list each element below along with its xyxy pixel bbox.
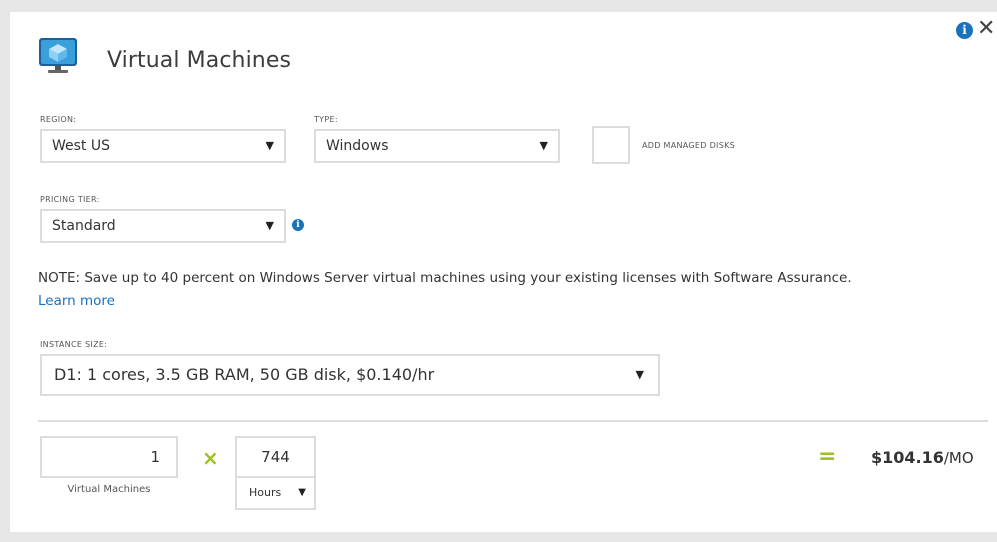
instance-size-value: D1: 1 cores, 3.5 GB RAM, 50 GB disk, $0.… xyxy=(54,365,435,384)
hours-input[interactable]: 744 xyxy=(235,436,316,478)
info-icon[interactable]: i xyxy=(292,219,304,231)
hours-unit-select[interactable]: Hours ▼ xyxy=(235,476,316,510)
chevron-down-icon: ▼ xyxy=(265,139,274,152)
region-select[interactable]: West US ▼ xyxy=(40,129,286,163)
managed-disks-checkbox[interactable] xyxy=(592,126,630,164)
region-value: West US xyxy=(52,138,111,154)
pricing-card: Virtual Machines i ✕ REGION: West US ▼ T… xyxy=(10,12,997,532)
type-select[interactable]: Windows ▼ xyxy=(314,129,560,163)
virtual-machine-icon xyxy=(39,38,77,73)
total-unit: /MO xyxy=(943,449,974,467)
instance-size-label: INSTANCE SIZE: xyxy=(40,340,108,349)
vm-count-caption: Virtual Machines xyxy=(67,484,151,495)
vm-count-input[interactable]: 1 xyxy=(40,436,178,478)
info-icon[interactable]: i xyxy=(956,22,973,39)
total-amount: $104.16 xyxy=(871,448,944,467)
hours-unit-value: Hours xyxy=(249,486,282,499)
learn-more-link[interactable]: Learn more xyxy=(38,293,115,309)
pricing-tier-label: PRICING TIER: xyxy=(40,195,100,204)
region-label: REGION: xyxy=(40,115,77,124)
pricing-tier-select[interactable]: Standard ▼ xyxy=(40,209,286,243)
pricing-tier-value: Standard xyxy=(52,218,116,234)
chevron-down-icon: ▼ xyxy=(635,368,644,381)
divider xyxy=(38,420,988,422)
monthly-total: $104.16/MO xyxy=(871,448,974,467)
type-label: TYPE: xyxy=(314,115,338,124)
managed-disks-label: ADD MANAGED DISKS xyxy=(642,141,736,150)
page-title: Virtual Machines xyxy=(107,48,292,73)
chevron-down-icon: ▼ xyxy=(539,139,548,152)
note-text: NOTE: Save up to 40 percent on Windows S… xyxy=(38,270,852,286)
chevron-down-icon: ▼ xyxy=(265,219,274,232)
close-icon[interactable]: ✕ xyxy=(977,18,995,40)
type-value: Windows xyxy=(326,138,389,154)
instance-size-select[interactable]: D1: 1 cores, 3.5 GB RAM, 50 GB disk, $0.… xyxy=(40,354,660,396)
multiply-icon: × xyxy=(202,446,219,470)
chevron-down-icon: ▼ xyxy=(298,487,306,498)
equals-icon: = xyxy=(818,444,837,469)
